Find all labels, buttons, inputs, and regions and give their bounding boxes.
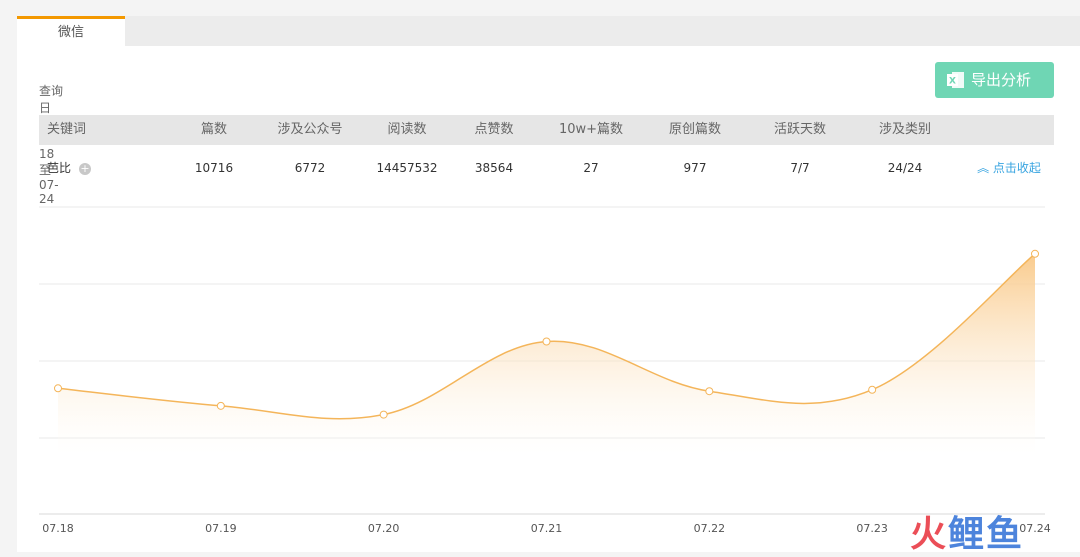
- watermark-text-b: 鲤鱼: [948, 514, 1025, 555]
- data-point[interactable]: [1031, 249, 1039, 258]
- trend-chart: 07.18 07.19 07.20 07.21 07.22 07.23 07.24: [39, 206, 1051, 535]
- x-tick-label: 07.23: [856, 522, 888, 535]
- watermark-logo: 火鲤鱼: [910, 505, 1024, 557]
- data-point[interactable]: [542, 337, 551, 346]
- x-tick-label: 07.18: [42, 522, 74, 535]
- watermark-text-a: 火: [910, 514, 949, 555]
- x-tick-label: 07.22: [694, 522, 726, 535]
- data-point[interactable]: [216, 401, 225, 410]
- x-tick-label: 07.19: [205, 522, 237, 535]
- data-point[interactable]: [705, 387, 714, 396]
- x-tick-label: 07.20: [368, 522, 400, 535]
- data-point[interactable]: [54, 384, 62, 393]
- x-tick-label: 07.21: [531, 522, 563, 535]
- data-point[interactable]: [379, 410, 388, 419]
- data-point[interactable]: [868, 385, 877, 394]
